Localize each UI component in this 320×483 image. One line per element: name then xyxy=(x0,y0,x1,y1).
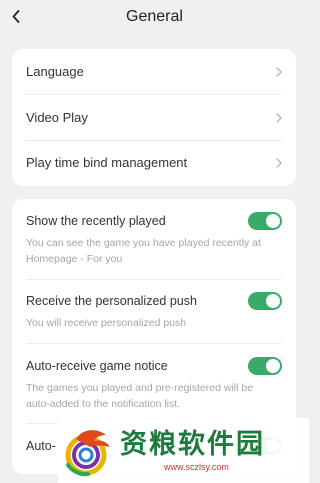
video-play-label: Video Play xyxy=(26,110,88,125)
toggle-item-recently-played: Show the recently played You can see the… xyxy=(26,211,282,267)
watermark-text: 资粮软件园 xyxy=(120,428,265,460)
toggle-description: You will receive personalized push xyxy=(26,317,187,329)
watermark-logo-icon xyxy=(62,425,114,477)
play-time-bind-item[interactable]: Play time bind management xyxy=(26,140,282,185)
toggle-knob xyxy=(266,359,280,373)
toggle-label: Auto- xyxy=(26,439,56,453)
chevron-right-icon xyxy=(272,66,282,78)
video-play-item[interactable]: Video Play xyxy=(26,95,282,140)
toggle-label: Receive the personalized push xyxy=(26,294,197,308)
toggle-item-game-notice: Auto-receive game notice The games you p… xyxy=(26,356,282,412)
toggle-description: You can see the game you have played rec… xyxy=(26,237,261,265)
recently-played-toggle[interactable] xyxy=(248,212,282,230)
game-notice-toggle[interactable] xyxy=(248,357,282,375)
toggle-knob xyxy=(266,294,280,308)
language-item[interactable]: Language xyxy=(26,49,282,94)
language-label: Language xyxy=(26,64,84,79)
toggle-label: Show the recently played xyxy=(26,214,166,228)
toggle-knob xyxy=(266,214,280,228)
personalized-push-toggle[interactable] xyxy=(248,292,282,310)
watermark-overlay: 资粮软件园 www.sczlsy.com xyxy=(58,418,309,483)
toggle-item-personalized-push: Receive the personalized push You will r… xyxy=(26,291,282,331)
toggle-label: Auto-receive game notice xyxy=(26,359,168,373)
divider xyxy=(26,343,282,344)
general-nav-card: Language Video Play Play time bind manag… xyxy=(12,49,296,186)
chevron-right-icon xyxy=(272,112,282,124)
page-title: General xyxy=(126,8,183,25)
chevron-right-icon xyxy=(272,157,282,169)
play-time-bind-label: Play time bind management xyxy=(26,155,188,170)
header-bar: General xyxy=(0,0,309,36)
watermark-url: www.sczlsy.com xyxy=(164,461,229,472)
divider xyxy=(26,279,282,280)
toggle-description: The games you played and pre-registered … xyxy=(26,382,254,410)
